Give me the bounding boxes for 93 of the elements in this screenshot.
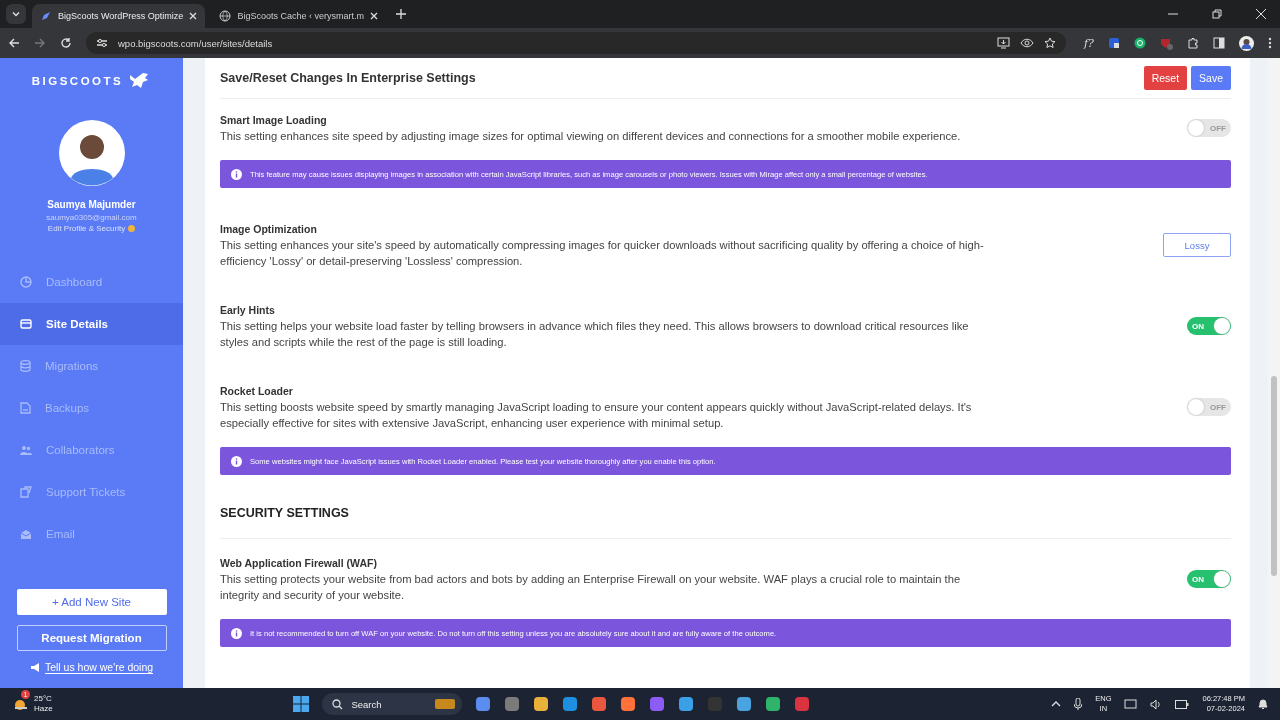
puzzle-icon[interactable] <box>1187 37 1199 49</box>
add-site-button[interactable]: + Add New Site <box>16 589 167 615</box>
browser-tab[interactable]: BigScoots Cache ‹ verysmart.m <box>211 4 386 28</box>
request-migration-button[interactable]: Request Migration <box>16 625 167 651</box>
extension-icon[interactable] <box>1108 37 1120 49</box>
nav-item[interactable]: Email <box>0 513 183 555</box>
close-icon[interactable] <box>189 12 198 20</box>
side-panel-icon[interactable] <box>1213 37 1225 49</box>
setting-description: This setting enhances site speed by adjusting image sizes for optimal viewing on different devices and connections for a smoother mobile experience. <box>220 129 962 144</box>
taskbar-app-icon[interactable] <box>765 696 782 712</box>
section-heading: SECURITY SETTINGS <box>220 506 1231 539</box>
rocket-icon <box>40 10 52 22</box>
nav-item[interactable]: Site Details <box>0 303 183 345</box>
setting-title: Rocket Loader <box>220 384 294 399</box>
setting-title: Smart Image Loading <box>220 113 328 128</box>
close-icon[interactable] <box>369 12 378 20</box>
toggle-switch[interactable]: OFF <box>1187 119 1231 137</box>
megaphone-icon <box>29 663 41 672</box>
info-icon <box>231 455 242 467</box>
info-icon <box>231 168 242 180</box>
extension-icon[interactable] <box>1134 37 1146 49</box>
menu-icon[interactable] <box>1268 37 1272 49</box>
taskbar-app-icon[interactable] <box>736 696 753 712</box>
taskbar-app-icon[interactable] <box>678 696 695 712</box>
taskbar-app-icon[interactable] <box>504 696 521 712</box>
taskbar-app-icon[interactable] <box>591 696 608 712</box>
compression-select[interactable]: Lossy <box>1163 233 1231 257</box>
taskbar-app-icon[interactable] <box>794 696 811 712</box>
taskbar-app-icon[interactable] <box>562 696 579 712</box>
nav-item[interactable]: Collaborators <box>0 429 183 471</box>
scrollbar-thumb[interactable] <box>1271 376 1277 576</box>
restore-icon[interactable] <box>1212 9 1222 19</box>
back-icon[interactable] <box>8 37 20 49</box>
tab-search-button[interactable] <box>6 4 26 24</box>
reset-button[interactable]: Reset <box>1143 66 1188 90</box>
profile-avatar-icon[interactable] <box>1239 35 1254 51</box>
taskbar-app-icon[interactable] <box>533 696 550 712</box>
search-icon <box>332 698 344 710</box>
battery-icon[interactable] <box>1175 699 1190 709</box>
address-bar[interactable]: wpo.bigscoots.com/user/sites/details <box>86 32 1067 54</box>
taskbar-app-icon[interactable] <box>649 696 666 712</box>
site-settings-icon[interactable] <box>96 37 108 49</box>
setting-description: This setting protects your website from bad actors and bots by adding an Enterprise Firewall on your website. WAF plays a crucial role to maintain the integrity and security of your website. <box>220 572 962 603</box>
star-icon[interactable] <box>1044 37 1057 49</box>
globe-icon <box>219 10 232 22</box>
taskbar-search-field[interactable]: Search <box>322 693 463 715</box>
nav-item[interactable]: Migrations <box>0 345 183 387</box>
pie-chart-icon <box>20 276 32 288</box>
close-icon[interactable] <box>1256 9 1266 19</box>
weather-condition: Haze <box>34 704 53 714</box>
new-tab-icon[interactable] <box>395 9 406 19</box>
info-icon <box>231 627 242 639</box>
setting-description: This setting enhances your site's speed by automatically compressing images for quicker downloads without sacrificing quality by offering a choice of high-efficiency 'Lossy' or detail-preserving 'Lossless' compression. <box>220 238 985 269</box>
brand-logo: BIGSCOOTS <box>31 75 124 87</box>
microphone-icon[interactable] <box>1074 698 1083 710</box>
nav-item[interactable]: Dashboard <box>0 261 183 303</box>
toggle-switch[interactable]: ON <box>1187 317 1231 335</box>
setting-title: Web Application Firewall (WAF) <box>220 556 378 571</box>
eye-icon[interactable] <box>1020 38 1035 48</box>
speaker-icon[interactable] <box>1150 698 1163 710</box>
nav-item[interactable]: Backups <box>0 387 183 429</box>
taskbar-app-icon[interactable] <box>620 696 637 712</box>
browser-tab[interactable]: BigScoots WordPress Optimize <box>32 4 206 28</box>
user-email: saumya0305@gmail.com <box>46 213 137 222</box>
setting-description: This setting helps your website load faster by telling browsers in advance which files they need. This allows browsers to download critical resources like styles and scripts while the rest of the page is still loading. <box>220 319 970 350</box>
chevron-up-icon[interactable] <box>1051 700 1062 708</box>
taskbar-app-icon[interactable] <box>475 696 492 712</box>
people-icon <box>20 444 32 456</box>
feedback-link[interactable]: Tell us how we're doing <box>44 661 154 674</box>
user-name: Saumya Majumder <box>47 199 136 210</box>
extension-icon[interactable]: f? <box>1084 36 1094 50</box>
windows-start-icon[interactable] <box>293 696 310 712</box>
status-dot <box>128 225 136 232</box>
section-title: Save/Reset Changes In Enterprise Settings <box>220 71 477 85</box>
bell-icon[interactable] <box>1258 698 1268 710</box>
avatar <box>58 120 125 186</box>
install-icon[interactable] <box>997 37 1011 49</box>
setting-description: This setting boosts website speed by smartly managing JavaScript loading to ensure your content appears quickly without JavaScript-related delays. It's especially effective for sites with extensive JavaScript, enhancing user experience with minimal setup. <box>220 400 973 431</box>
nav-item[interactable]: Support Tickets <box>0 471 183 513</box>
mail-icon <box>20 528 32 540</box>
save-button[interactable]: Save <box>1191 66 1231 90</box>
reload-icon[interactable] <box>60 37 72 49</box>
temperature: 25°C <box>34 694 53 704</box>
toggle-switch[interactable]: OFF <box>1187 398 1231 416</box>
setting-title: Early Hints <box>220 303 276 318</box>
file-icon <box>20 402 31 414</box>
card-icon <box>20 319 32 329</box>
chevron-down-icon <box>11 9 21 19</box>
forward-icon[interactable] <box>34 37 46 49</box>
setting-title: Image Optimization <box>220 222 318 237</box>
toggle-switch[interactable]: ON <box>1187 570 1231 588</box>
database-icon <box>20 360 31 372</box>
edit-profile-link[interactable]: Edit Profile & Security <box>47 224 126 233</box>
